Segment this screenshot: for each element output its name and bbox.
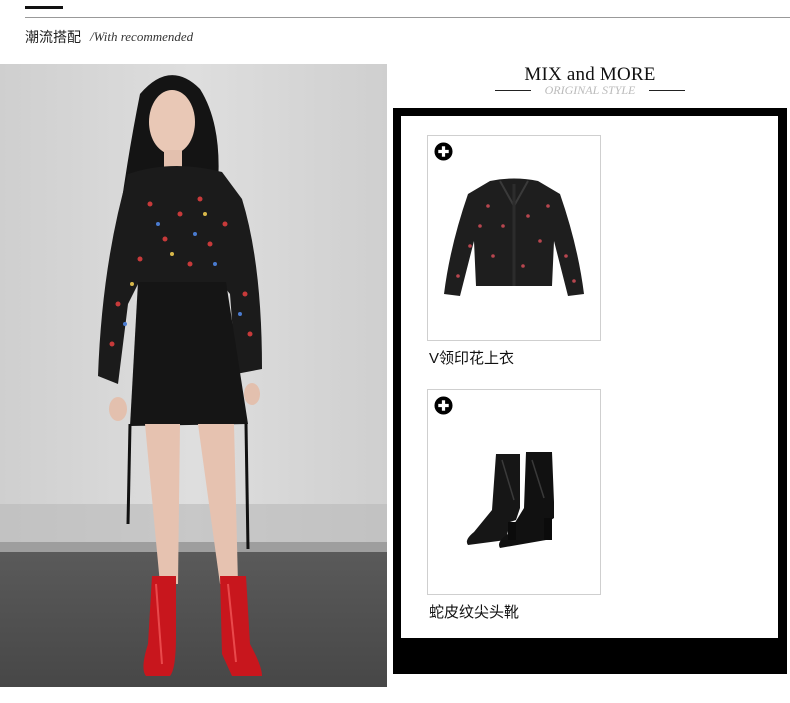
model-photo	[0, 64, 387, 687]
section-title: 潮流搭配	[25, 29, 81, 45]
products-panel: V领印花上衣 蛇皮纹尖头靴	[401, 116, 778, 638]
header-accent-bar	[25, 6, 63, 9]
plus-circle-icon[interactable]	[434, 396, 453, 415]
header-divider	[25, 17, 790, 18]
product-card-blouse[interactable]	[427, 135, 601, 341]
plus-circle-icon[interactable]	[434, 142, 453, 161]
model-illustration	[0, 64, 387, 687]
products-frame: V领印花上衣 蛇皮纹尖头靴	[393, 108, 787, 674]
boots-image	[466, 452, 554, 548]
blouse-image	[444, 178, 584, 296]
product-card-boots[interactable]	[427, 389, 601, 595]
product-name-blouse[interactable]: V领印花上衣	[429, 347, 514, 368]
section-subtitle: /With recommended	[90, 29, 194, 44]
product-name-boots[interactable]: 蛇皮纹尖头靴	[429, 601, 519, 622]
subtitle-line-right	[649, 90, 685, 91]
mix-subtitle-wrap: ORIGINAL STYLE	[495, 83, 685, 99]
